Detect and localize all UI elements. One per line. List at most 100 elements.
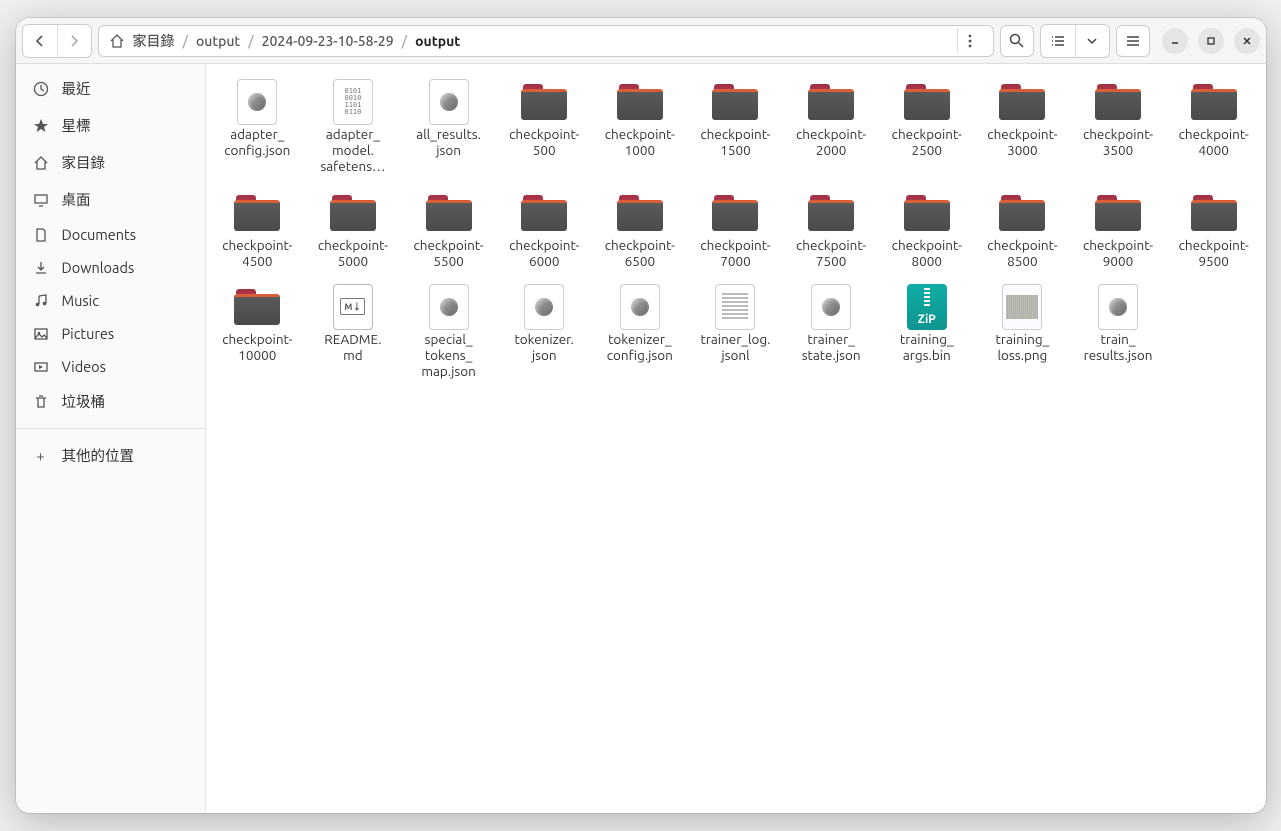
file-item[interactable]: all_results. json (401, 74, 497, 181)
home-icon (109, 33, 125, 49)
file-label: checkpoint- 5500 (413, 237, 483, 269)
pathbar[interactable]: 家目錄 / output / 2024-09-23-10-58-29 / out… (98, 25, 994, 57)
sidebar-item-videos[interactable]: Videos (16, 350, 205, 383)
folder-item[interactable]: checkpoint- 5000 (305, 185, 401, 275)
file-label: checkpoint- 8000 (892, 237, 962, 269)
sidebar-item-label: Documents (62, 226, 137, 243)
sidebar-item-other-locations[interactable]: + 其他的位置 (16, 437, 205, 474)
window-controls (1162, 28, 1260, 54)
sidebar-item-downloads[interactable]: Downloads (16, 251, 205, 284)
sidebar-item-pictures[interactable]: Pictures (16, 317, 205, 350)
folder-item[interactable]: checkpoint- 3000 (975, 74, 1071, 181)
file-grid: adapter_ config.json 0101 0010 1101 0110a… (210, 74, 1262, 386)
sidebar-item-label: 最近 (62, 78, 91, 99)
folder-item[interactable]: checkpoint- 7000 (688, 185, 784, 275)
crumb-output1[interactable]: output (196, 33, 240, 49)
sidebar-item-desktop[interactable]: 桌面 (16, 181, 205, 218)
minimize-button[interactable] (1162, 28, 1188, 54)
list-icon (1051, 35, 1065, 47)
sidebar-item-home[interactable]: 家目錄 (16, 144, 205, 181)
file-label: checkpoint- 6000 (509, 237, 579, 269)
pathbar-more-button[interactable] (957, 28, 983, 54)
file-label: checkpoint- 2000 (796, 126, 866, 158)
folder-item[interactable]: checkpoint- 9500 (1166, 185, 1262, 275)
file-item[interactable]: README. md (305, 279, 401, 386)
forward-button[interactable] (57, 25, 91, 57)
sidebar-item-documents[interactable]: Documents (16, 218, 205, 251)
folder-item[interactable]: checkpoint- 6500 (592, 185, 688, 275)
file-label: checkpoint- 6500 (605, 237, 675, 269)
sidebar-item-label: 星標 (62, 115, 91, 136)
file-item[interactable]: adapter_ config.json (210, 74, 306, 181)
file-item[interactable]: trainer_log. jsonl (688, 279, 784, 386)
folder-item[interactable]: checkpoint- 4000 (1166, 74, 1262, 181)
file-label: checkpoint- 7000 (700, 237, 770, 269)
file-label: checkpoint- 2500 (892, 126, 962, 158)
file-label: adapter_ config.json (224, 126, 290, 158)
file-item[interactable]: special_ tokens_ map.json (401, 279, 497, 386)
folder-icon (615, 191, 665, 235)
crumb-date[interactable]: 2024-09-23-10-58-29 (262, 33, 394, 49)
close-button[interactable] (1234, 28, 1260, 54)
folder-icon (902, 80, 952, 124)
txt-file-icon (710, 285, 760, 329)
crumb-current[interactable]: output (415, 33, 460, 49)
folder-icon (1189, 80, 1239, 124)
videos-icon (32, 359, 50, 375)
hamburger-icon (1126, 35, 1140, 47)
file-view[interactable]: adapter_ config.json 0101 0010 1101 0110a… (206, 64, 1266, 813)
folder-item[interactable]: checkpoint- 5500 (401, 185, 497, 275)
folder-item[interactable]: checkpoint- 9000 (1070, 185, 1166, 275)
folder-item[interactable]: checkpoint- 10000 (210, 279, 306, 386)
folder-item[interactable]: checkpoint- 1500 (688, 74, 784, 181)
folder-icon (1093, 80, 1143, 124)
folder-item[interactable]: checkpoint- 8500 (975, 185, 1071, 275)
hamburger-menu-button[interactable] (1116, 25, 1150, 57)
file-item[interactable]: trainer_ state.json (783, 279, 879, 386)
folder-item[interactable]: checkpoint- 6000 (496, 185, 592, 275)
chevron-right-icon (68, 35, 80, 47)
folder-icon (902, 191, 952, 235)
view-toggle-group (1040, 24, 1110, 58)
file-item[interactable]: train_ results.json (1070, 279, 1166, 386)
folder-icon (328, 191, 378, 235)
file-label: tokenizer_ config.json (607, 331, 673, 363)
folder-icon (519, 80, 569, 124)
crumb-home[interactable]: 家目錄 (133, 31, 175, 51)
search-button[interactable] (1000, 25, 1034, 57)
maximize-icon (1206, 36, 1216, 46)
folder-icon (997, 80, 1047, 124)
back-button[interactable] (23, 25, 57, 57)
folder-item[interactable]: checkpoint- 1000 (592, 74, 688, 181)
file-label: checkpoint- 9000 (1083, 237, 1153, 269)
file-item[interactable]: tokenizer_ config.json (592, 279, 688, 386)
file-label: adapter_ model. safetens… (320, 126, 385, 175)
sidebar-item-label: 桌面 (62, 189, 91, 210)
png-file-icon (997, 285, 1047, 329)
file-item[interactable]: 0101 0010 1101 0110adapter_ model. safet… (305, 74, 401, 181)
clock-icon (32, 81, 50, 97)
folder-item[interactable]: checkpoint- 8000 (879, 185, 975, 275)
file-label: checkpoint- 4500 (222, 237, 292, 269)
folder-item[interactable]: checkpoint- 4500 (210, 185, 306, 275)
desktop-icon (32, 192, 50, 208)
file-item[interactable]: training_ args.bin (879, 279, 975, 386)
search-icon (1009, 33, 1024, 48)
sidebar-item-music[interactable]: Music (16, 284, 205, 317)
folder-icon (232, 191, 282, 235)
file-item[interactable]: training_ loss.png (975, 279, 1071, 386)
folder-item[interactable]: checkpoint- 7500 (783, 185, 879, 275)
folder-item[interactable]: checkpoint- 2000 (783, 74, 879, 181)
folder-icon (424, 191, 474, 235)
view-options-button[interactable] (1075, 25, 1109, 57)
maximize-button[interactable] (1198, 28, 1224, 54)
sidebar-item-trash[interactable]: 垃圾桶 (16, 383, 205, 420)
file-item[interactable]: tokenizer. json (496, 279, 592, 386)
list-view-button[interactable] (1041, 25, 1075, 57)
folder-item[interactable]: checkpoint- 3500 (1070, 74, 1166, 181)
folder-item[interactable]: checkpoint- 2500 (879, 74, 975, 181)
folder-item[interactable]: checkpoint- 500 (496, 74, 592, 181)
sidebar-item-star[interactable]: 星標 (16, 107, 205, 144)
folder-icon (806, 80, 856, 124)
sidebar-item-clock[interactable]: 最近 (16, 70, 205, 107)
